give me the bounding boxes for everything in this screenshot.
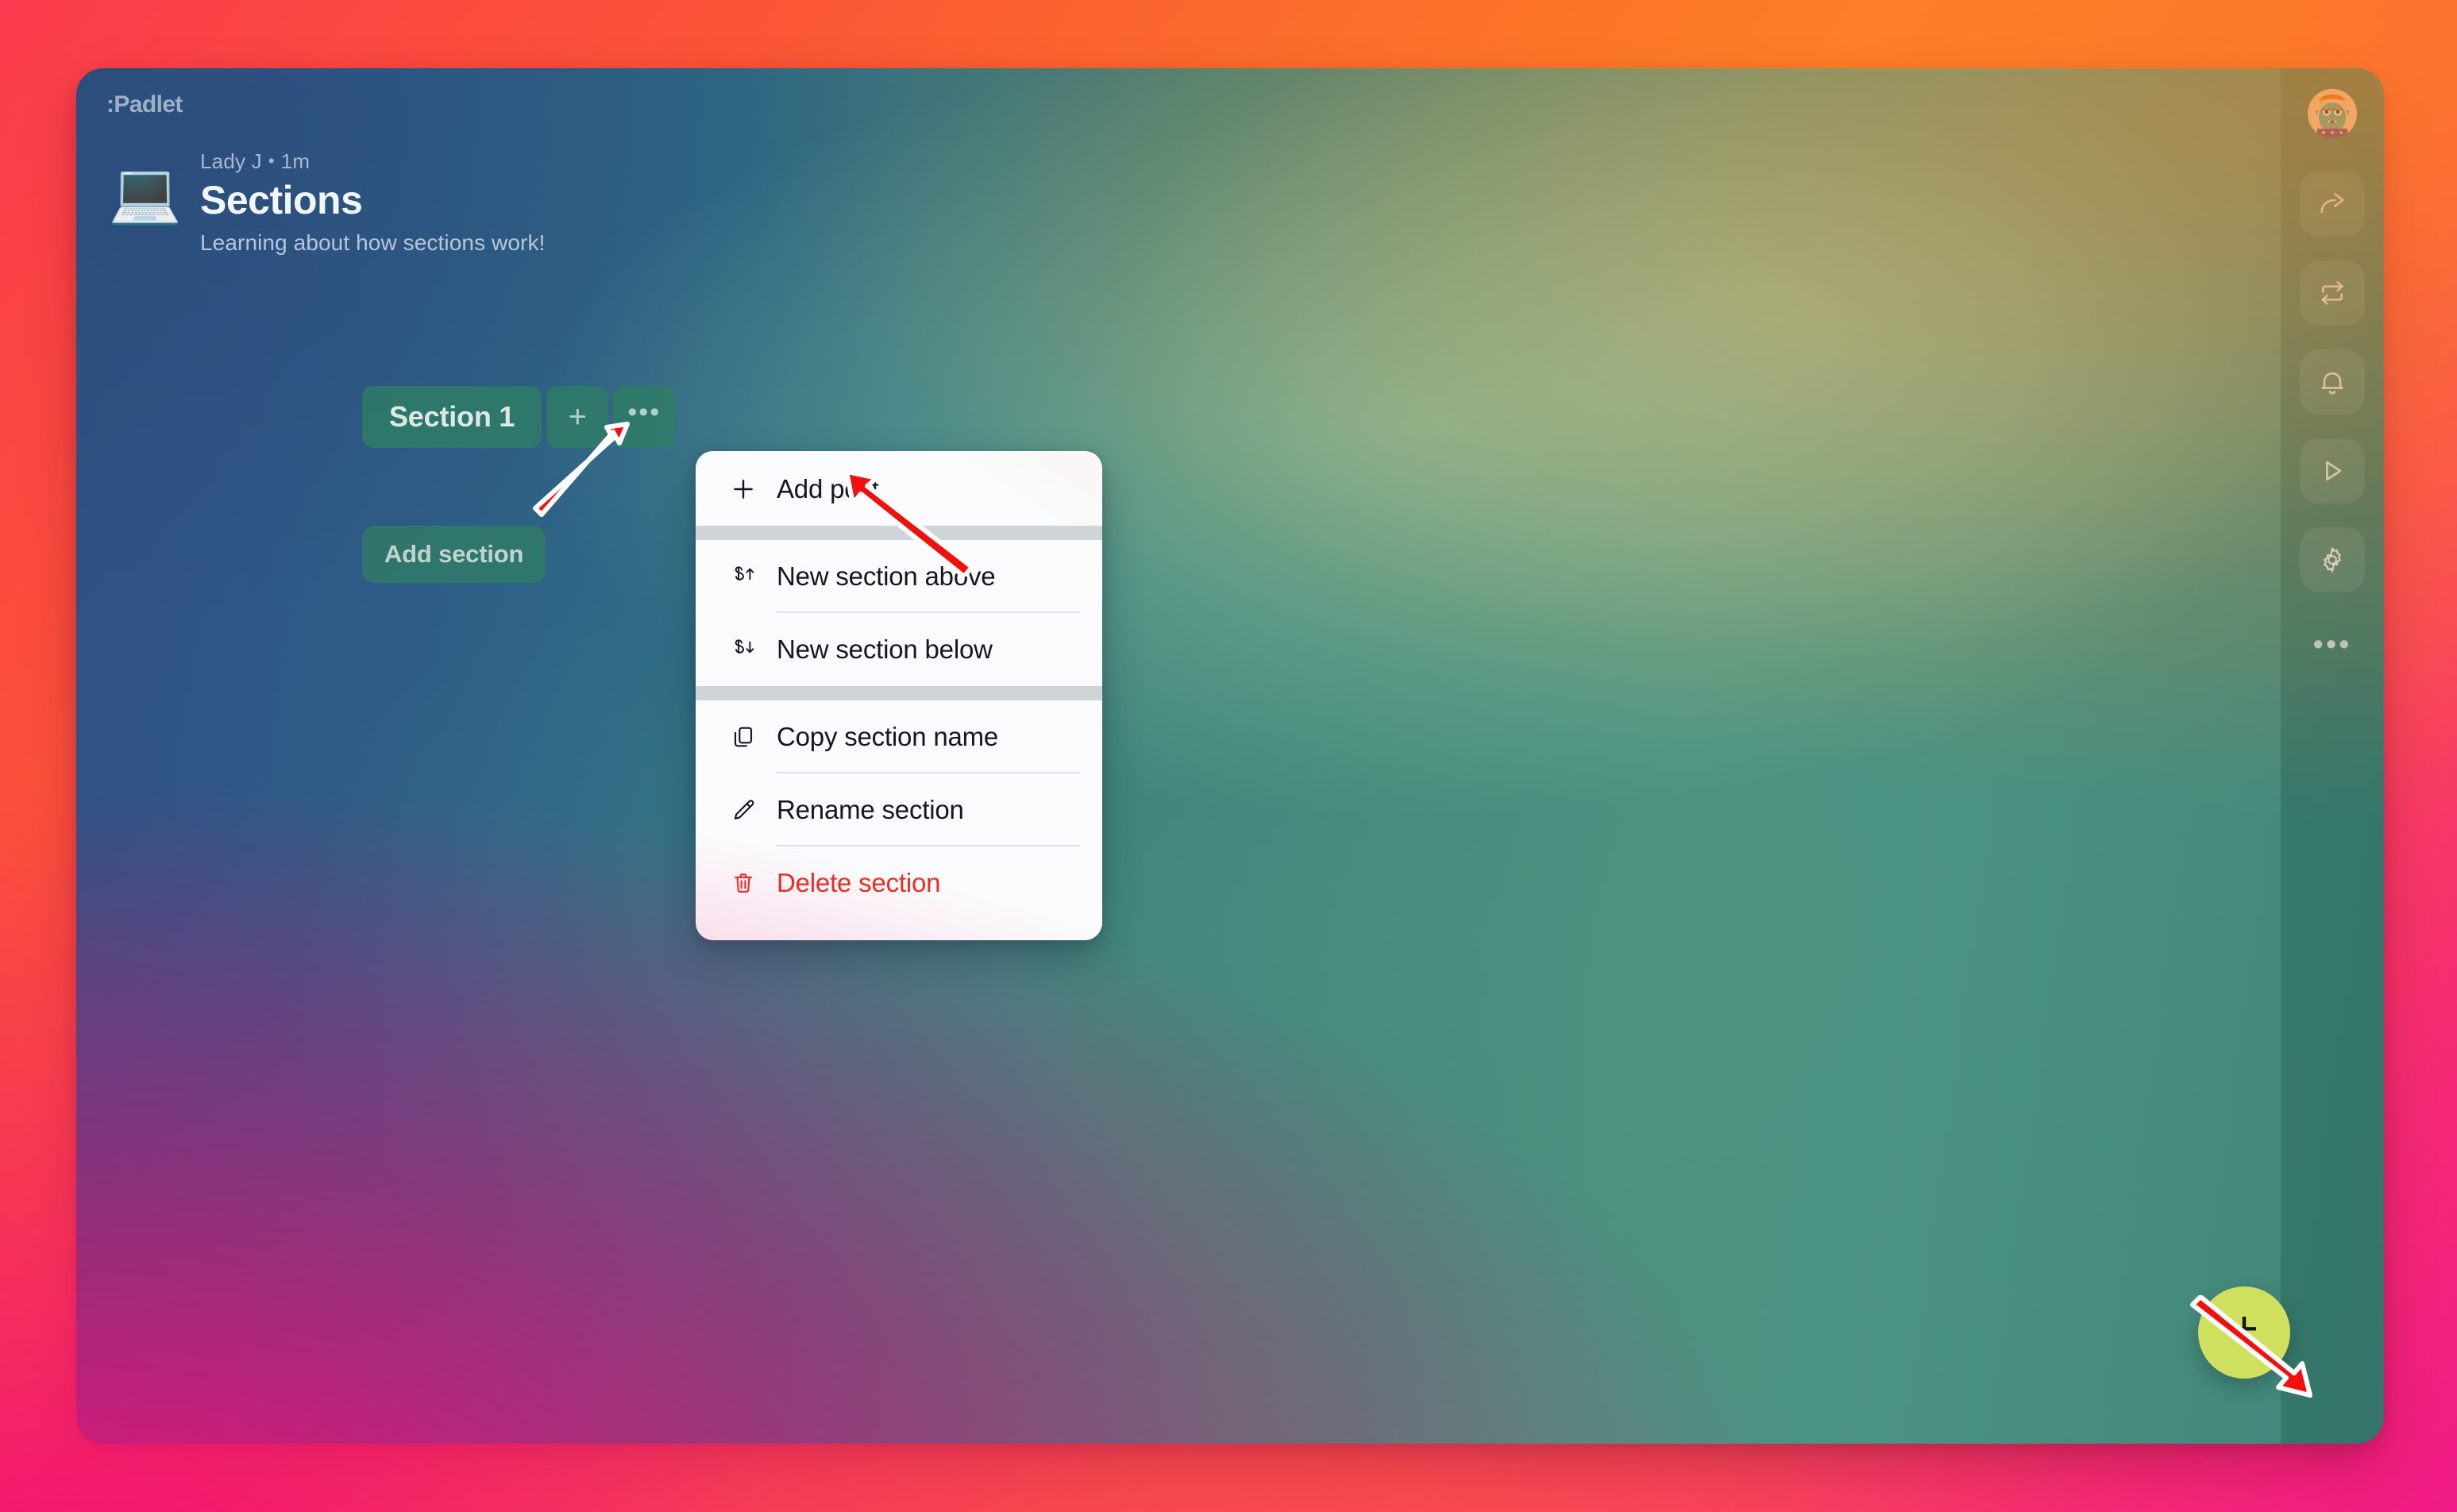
add-section-tab-button[interactable]: + xyxy=(546,386,609,448)
padlet-board-canvas[interactable]: :Padlet 💻 Lady J • 1m Sections Learning ab… xyxy=(76,68,2384,1444)
menu-item-label: New section above xyxy=(777,561,996,591)
menu-item-label: Rename section xyxy=(777,795,964,824)
trash-icon xyxy=(727,870,759,896)
menu-group-actions: Copy section name Rename section Delete … xyxy=(696,700,1102,920)
board-header: 💻 Lady J • 1m Sections Learning about how … xyxy=(108,145,545,256)
remake-icon xyxy=(2316,277,2348,309)
slideshow-button[interactable] xyxy=(2300,438,2365,503)
user-avatar[interactable] xyxy=(2308,89,2357,138)
settings-button[interactable] xyxy=(2300,527,2365,592)
section-tab-row: Section 1 + ••• xyxy=(362,386,676,448)
share-icon xyxy=(2316,188,2348,220)
padlet-logo[interactable]: :Padlet xyxy=(106,91,183,118)
board-description: Learning about how sections work! xyxy=(200,230,546,255)
byline-time: 1m xyxy=(280,149,310,173)
remake-button[interactable] xyxy=(2300,260,2365,326)
notifications-button[interactable] xyxy=(2300,349,2365,415)
menu-group-separator xyxy=(696,526,1102,540)
section-options-button[interactable]: ••• xyxy=(613,386,676,448)
menu-item-delete-section[interactable]: Delete section xyxy=(696,847,1102,920)
section-down-icon xyxy=(727,635,759,664)
board-byline: Lady J • 1m xyxy=(200,149,545,174)
menu-item-new-section-below[interactable]: New section below xyxy=(696,613,1102,686)
section-tab-section-1[interactable]: Section 1 xyxy=(362,386,542,448)
floating-add-post-button[interactable]: + xyxy=(2198,1286,2290,1379)
more-options-button[interactable]: ••• xyxy=(2300,621,2365,670)
pencil-icon xyxy=(727,797,759,823)
byline-author: Lady J xyxy=(200,149,262,173)
add-section-button[interactable]: Add section xyxy=(362,526,546,583)
board-right-rail: ••• xyxy=(2281,68,2384,1444)
share-button[interactable] xyxy=(2300,172,2365,237)
menu-item-label: Copy section name xyxy=(777,722,999,751)
canvas-light-overlay xyxy=(76,68,2384,1444)
gear-icon xyxy=(2317,545,2347,575)
menu-item-label: Add post xyxy=(777,474,879,503)
section-context-menu[interactable]: Add post New section above New section b… xyxy=(696,451,1102,940)
menu-group-post: Add post xyxy=(696,453,1102,526)
section-up-icon xyxy=(727,562,759,591)
menu-item-label: Delete section xyxy=(777,868,941,897)
menu-item-add-post[interactable]: Add post xyxy=(696,453,1102,526)
board-header-text: Lady J • 1m Sections Learning about how se… xyxy=(200,145,545,256)
desktop-backdrop: :Padlet 💻 Lady J • 1m Sections Learning ab… xyxy=(0,0,2457,1512)
menu-item-copy-section-name[interactable]: Copy section name xyxy=(696,700,1102,773)
board-title: Sections xyxy=(200,178,363,222)
laptop-emoji: 💻 xyxy=(108,160,183,226)
bell-icon xyxy=(2316,366,2348,398)
copy-icon xyxy=(727,724,759,750)
menu-group-separator xyxy=(696,686,1102,700)
menu-item-rename-section[interactable]: Rename section xyxy=(696,773,1102,847)
byline-separator: • xyxy=(268,151,275,171)
play-icon xyxy=(2316,455,2348,487)
plus-icon xyxy=(727,476,759,503)
menu-item-new-section-above[interactable]: New section above xyxy=(696,540,1102,613)
menu-group-sections: New section above New section below xyxy=(696,540,1102,686)
menu-item-label: New section below xyxy=(777,634,993,664)
